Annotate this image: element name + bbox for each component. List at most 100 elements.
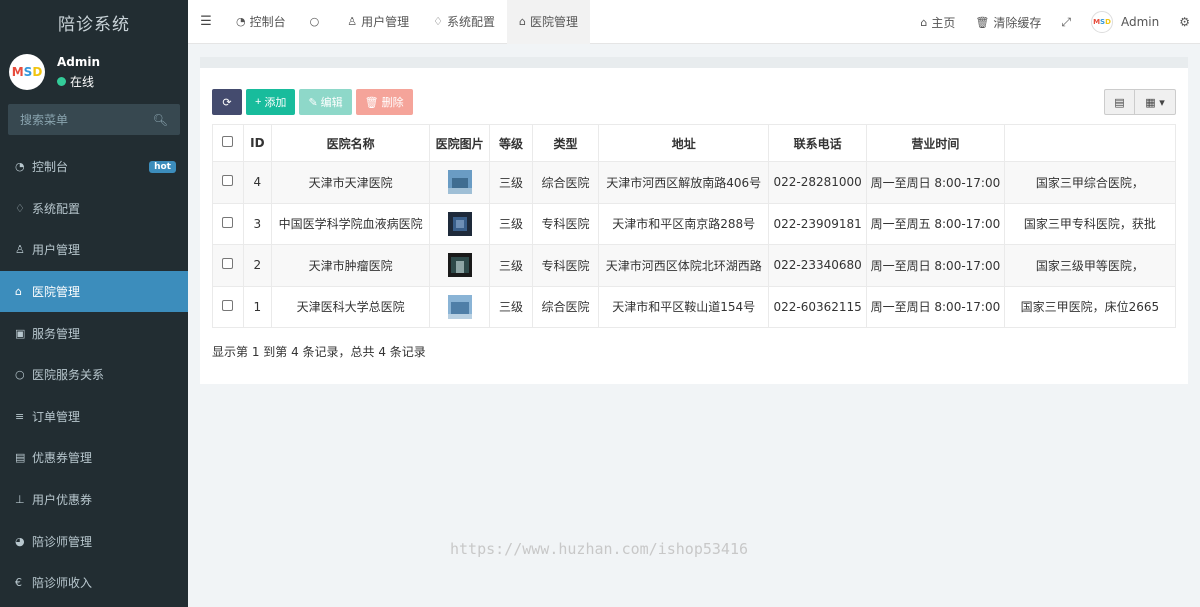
sidebar-item-hospital-service[interactable]: ○ 医院服务关系 bbox=[0, 354, 188, 396]
cell-level: 三级 bbox=[489, 202, 533, 245]
col-hours[interactable]: 营业时间 bbox=[865, 124, 1005, 162]
sidebar-item-hospital-management[interactable]: ⌂ 医院管理 bbox=[0, 270, 188, 313]
row-checkbox[interactable] bbox=[222, 299, 234, 311]
select-all-checkbox[interactable] bbox=[222, 136, 234, 147]
sidebar-item-user-coupons[interactable]: ⊥ 用户优惠券 bbox=[0, 479, 188, 521]
add-button[interactable]: + 添加 bbox=[246, 89, 296, 115]
table-row[interactable]: 3 中国医学科学院血液病医院 三级 专科医院 天津市和平区南京路288号 022… bbox=[212, 202, 1176, 245]
cell-name: 中国医学科学院血液病医院 bbox=[270, 202, 431, 245]
euro-icon: € bbox=[15, 576, 22, 590]
cell-id: 3 bbox=[242, 202, 272, 245]
hamburger-icon[interactable]: ☰ bbox=[188, 14, 224, 29]
table-row[interactable]: 4 天津市天津医院 三级 综合医院 天津市河西区解放南路406号 022-282… bbox=[212, 161, 1176, 204]
plus-icon: + bbox=[255, 96, 262, 108]
clear-cache-button[interactable]: 🗑︎ 清除缓存 bbox=[965, 14, 1051, 31]
sidebar-item-dashboard[interactable]: ◔ 控制台 hot bbox=[0, 146, 188, 188]
bank-icon: ⌂ bbox=[15, 285, 22, 299]
col-image[interactable]: 医院图片 bbox=[429, 124, 491, 162]
cell-address: 天津市河西区解放南路406号 bbox=[598, 161, 770, 204]
table-row[interactable]: 1 天津医科大学总医院 三级 综合医院 天津市和平区鞍山道154号 022-60… bbox=[212, 285, 1176, 328]
hospital-thumbnail[interactable] bbox=[447, 294, 472, 319]
col-type[interactable]: 类型 bbox=[531, 124, 600, 162]
row-checkbox[interactable] bbox=[222, 175, 234, 187]
cell-id: 2 bbox=[242, 244, 272, 287]
menu-search-input[interactable] bbox=[20, 112, 140, 127]
hot-badge: hot bbox=[149, 160, 176, 173]
col-desc[interactable] bbox=[1003, 124, 1176, 162]
user-panel: MSD Admin 在线 bbox=[0, 44, 188, 100]
cell-level: 三级 bbox=[489, 244, 533, 287]
pagination-info: 显示第 1 到第 4 条记录，总共 4 条记录 bbox=[212, 345, 426, 359]
menu-search[interactable]: 🔍︎ bbox=[8, 104, 180, 135]
hospital-thumbnail[interactable] bbox=[447, 170, 472, 195]
cell-desc: 国家三甲专科医院，获批 bbox=[1003, 202, 1176, 245]
cell-phone: 022-60362115 bbox=[768, 285, 867, 328]
row-checkbox[interactable] bbox=[222, 216, 234, 228]
cell-level: 三级 bbox=[489, 161, 533, 204]
cell-image bbox=[429, 244, 491, 287]
trash-icon: 🗑︎ bbox=[364, 96, 379, 109]
refresh-button[interactable]: ⟳ bbox=[212, 89, 242, 115]
sidebar-item-system-config[interactable]: ♢ 系统配置 bbox=[0, 188, 188, 230]
user-icon: ♙ bbox=[347, 15, 358, 28]
table-toolbar: ⟳ + 添加 ✎ 编辑 🗑︎ 删除 bbox=[212, 89, 417, 115]
card-view-icon[interactable]: ▤ bbox=[1105, 90, 1135, 114]
github-icon: ◕ bbox=[15, 534, 25, 548]
col-name[interactable]: 医院名称 bbox=[270, 124, 431, 162]
grid-icon: ▦ bbox=[1145, 95, 1156, 109]
tab-user-management[interactable]: ♙ 用户管理 bbox=[335, 0, 421, 44]
col-id[interactable]: ID bbox=[242, 124, 272, 162]
hospital-table: ID 医院名称 医院图片 等级 类型 地址 联系电话 营业时间 4 天津市天津医… bbox=[212, 124, 1176, 328]
header-right: ⌂ 主页 🗑︎ 清除缓存 ⤢ M S D Admin ⚙ bbox=[910, 0, 1200, 44]
cell-type: 综合医院 bbox=[531, 161, 600, 204]
select-all-cell[interactable] bbox=[212, 124, 244, 162]
dashboard-icon: ◔ bbox=[236, 15, 246, 28]
tab-dashboard[interactable]: ◔ 控制台 bbox=[224, 0, 298, 44]
cell-name: 天津市天津医院 bbox=[270, 161, 431, 204]
cell-type: 综合医院 bbox=[531, 285, 600, 328]
cell-name: 天津市肿瘤医院 bbox=[270, 244, 431, 287]
row-checkbox-cell[interactable] bbox=[212, 202, 244, 245]
view-toggle: ▤ ▦ ▾ bbox=[1104, 89, 1176, 115]
cell-phone: 022-23909181 bbox=[768, 202, 867, 245]
col-level[interactable]: 等级 bbox=[489, 124, 533, 162]
cell-image bbox=[429, 202, 491, 245]
home-icon: ⌂ bbox=[920, 15, 928, 29]
row-checkbox-cell[interactable] bbox=[212, 244, 244, 287]
list-icon: ≡ bbox=[15, 409, 25, 423]
cell-phone: 022-23340680 bbox=[768, 244, 867, 287]
hospital-thumbnail[interactable] bbox=[447, 211, 472, 236]
row-checkbox-cell[interactable] bbox=[212, 161, 244, 204]
tab-system-config[interactable]: ♢ 系统配置 bbox=[421, 0, 507, 44]
sidebar-item-orders[interactable]: ≡ 订单管理 bbox=[0, 396, 188, 438]
columns-dropdown[interactable]: ▦ ▾ bbox=[1135, 90, 1175, 114]
col-address[interactable]: 地址 bbox=[598, 124, 770, 162]
cell-id: 1 bbox=[242, 285, 272, 328]
row-checkbox[interactable] bbox=[222, 258, 234, 270]
fullscreen-icon[interactable]: ⤢ bbox=[1051, 15, 1081, 30]
home-link[interactable]: ⌂ 主页 bbox=[910, 14, 965, 31]
tab-hospital-management[interactable]: ⌂ 医院管理 bbox=[507, 0, 591, 44]
delete-button[interactable]: 🗑︎ 删除 bbox=[355, 89, 413, 115]
cell-name: 天津医科大学总医院 bbox=[270, 285, 431, 328]
avatar: MSD bbox=[1090, 11, 1113, 33]
sidebar-item-escort-income[interactable]: € 陪诊师收入 bbox=[0, 562, 188, 604]
sidebar-item-escorts[interactable]: ◕ 陪诊师管理 bbox=[0, 520, 188, 562]
cell-hours: 周一至周五 8:00-17:00 bbox=[865, 202, 1005, 245]
edit-button[interactable]: ✎ 编辑 bbox=[299, 89, 352, 115]
cell-desc: 国家三甲医院，床位2665 bbox=[1003, 285, 1176, 328]
admin-menu[interactable]: M S D Admin bbox=[1081, 11, 1169, 33]
cell-hours: 周一至周日 8:00-17:00 bbox=[865, 285, 1005, 328]
row-checkbox-cell[interactable] bbox=[212, 285, 244, 328]
col-phone[interactable]: 联系电话 bbox=[768, 124, 867, 162]
settings-gears-icon[interactable]: ⚙ bbox=[1169, 15, 1200, 29]
table-row[interactable]: 2 天津市肿瘤医院 三级 专科医院 天津市河西区体院北环湖西路 022-2334… bbox=[212, 244, 1176, 287]
pencil-icon: ✎ bbox=[308, 96, 318, 109]
sidebar-item-coupons[interactable]: ▤ 优惠券管理 bbox=[0, 437, 188, 479]
search-icon[interactable]: 🔍︎ bbox=[153, 113, 168, 127]
hospital-thumbnail[interactable] bbox=[447, 253, 472, 278]
tab-circle[interactable]: ○ bbox=[298, 0, 336, 44]
user-name: Admin bbox=[57, 54, 101, 69]
sidebar-item-service-management[interactable]: ▣ 服务管理 bbox=[0, 312, 188, 354]
sidebar-item-user-management[interactable]: ♙ 用户管理 bbox=[0, 229, 188, 271]
